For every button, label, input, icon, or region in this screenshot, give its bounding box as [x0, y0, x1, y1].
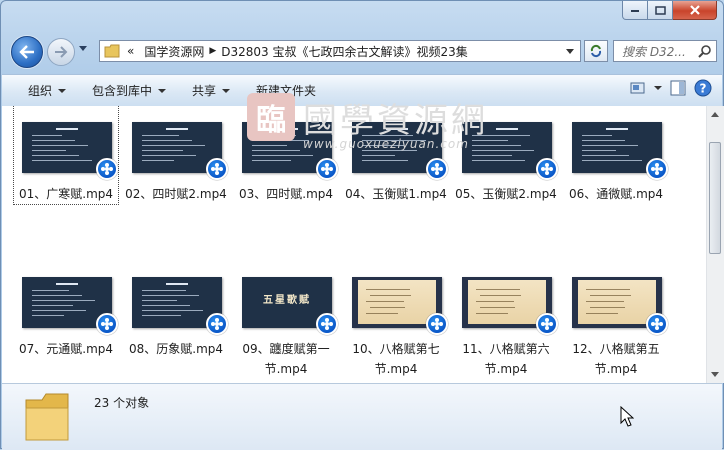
new-folder-label: 新建文件夹 — [256, 84, 317, 98]
help-icon[interactable]: ? — [694, 79, 712, 97]
video-player-badge-icon — [426, 158, 448, 180]
caret-down-icon — [58, 88, 67, 93]
file-name: 06、通微赋.mp4 — [568, 187, 664, 201]
file-item[interactable]: 01、广寒赋.mp4 — [13, 106, 119, 205]
view-controls: ? — [630, 79, 712, 97]
file-name: 07、元通赋.mp4 — [18, 342, 114, 356]
vertical-scrollbar[interactable] — [706, 106, 724, 383]
include-in-library-label: 包含到库中 — [92, 84, 153, 98]
video-player-badge-icon — [426, 313, 448, 335]
breadcrumb-overflow[interactable]: « — [122, 44, 139, 58]
scroll-up-icon[interactable] — [711, 112, 719, 117]
minimize-icon — [631, 10, 639, 12]
maximize-icon — [654, 5, 666, 15]
new-folder-button[interactable]: 新建文件夹 — [243, 79, 329, 103]
folder-icon — [104, 44, 120, 58]
caret-down-icon — [158, 88, 167, 93]
file-name: 04、玉衡赋1.mp4 — [345, 187, 447, 201]
recent-pages-dropdown[interactable] — [79, 46, 87, 51]
preview-pane-icon[interactable] — [670, 80, 686, 96]
item-count: 23 个对象 — [94, 396, 150, 410]
scrollbar-thumb[interactable] — [709, 142, 721, 254]
file-name: 03、四时赋.mp4 — [238, 187, 334, 201]
share-label: 共享 — [192, 84, 217, 98]
organize-menu[interactable]: 组织 — [2, 79, 79, 103]
file-name: 05、玉衡赋2.mp4 — [455, 187, 557, 201]
svg-text:?: ? — [700, 82, 707, 96]
mouse-cursor-icon — [620, 406, 634, 427]
file-item[interactable]: 10、八格赋第七节.mp4 — [344, 261, 448, 376]
file-name: 02、四时赋2.mp4 — [125, 187, 227, 201]
file-item[interactable]: 02、四时赋2.mp4 — [124, 106, 228, 204]
video-player-badge-icon — [316, 158, 338, 180]
search-icon — [698, 45, 711, 58]
file-item[interactable]: 11、八格赋第六节.mp4 — [454, 261, 558, 376]
caret-down-icon — [222, 88, 231, 93]
breadcrumb-current-folder[interactable]: D32803 宝叔《七政四余古文解读》视频23集 — [216, 43, 473, 60]
file-item[interactable]: 五星歌赋 09、躔度赋第一节.mp4 — [234, 261, 338, 376]
file-item[interactable]: 03、四时赋.mp4 — [234, 106, 338, 204]
change-view-icon[interactable] — [630, 81, 646, 95]
file-name: 12、八格赋第五节.mp4 — [572, 342, 660, 376]
file-item[interactable]: 07、元通赋.mp4 — [14, 261, 118, 359]
share-menu[interactable]: 共享 — [179, 79, 243, 103]
include-in-library-menu[interactable]: 包含到库中 — [79, 79, 179, 103]
search-placeholder: 搜索 D32... — [622, 44, 686, 59]
video-player-badge-icon — [206, 313, 228, 335]
file-item[interactable]: 04、玉衡赋1.mp4 — [344, 106, 448, 204]
back-button[interactable] — [11, 36, 43, 68]
file-item[interactable]: 08、历象赋.mp4 — [124, 261, 228, 359]
file-list-pane[interactable]: 01、广寒赋.mp4 02、四时赋2.mp4 03、四时赋.mp4 04、玉衡赋1.m… — [2, 106, 706, 383]
search-box[interactable]: 搜索 D32... — [613, 40, 717, 62]
breadcrumb-separator-icon[interactable]: ▶ — [209, 46, 216, 56]
video-player-badge-icon — [646, 158, 668, 180]
organize-label: 组织 — [28, 84, 53, 98]
video-player-badge-icon — [536, 158, 558, 180]
back-arrow-icon — [19, 45, 34, 59]
video-player-badge-icon — [96, 158, 118, 180]
caption-buttons — [622, 1, 717, 20]
file-name: 11、八格赋第六节.mp4 — [462, 342, 550, 376]
file-item[interactable]: 05、玉衡赋2.mp4 — [454, 106, 558, 204]
video-player-badge-icon — [206, 158, 228, 180]
maximize-button[interactable] — [648, 1, 673, 20]
video-player-badge-icon — [316, 313, 338, 335]
forward-button[interactable] — [47, 38, 75, 66]
minimize-button[interactable] — [622, 1, 648, 20]
navigation-bar: « 国学资源网 ▶ D32803 宝叔《七政四余古文解读》视频23集 搜索 D3… — [1, 34, 724, 68]
explorer-window: « 国学资源网 ▶ D32803 宝叔《七政四余古文解读》视频23集 搜索 D3… — [0, 0, 724, 450]
file-name: 10、八格赋第七节.mp4 — [352, 342, 440, 376]
file-name: 01、广寒赋.mp4 — [18, 187, 114, 201]
video-player-badge-icon — [96, 313, 118, 335]
breadcrumb-root[interactable]: 国学资源网 — [139, 43, 209, 60]
folder-large-icon — [25, 393, 69, 441]
close-icon — [689, 5, 700, 15]
thumbnail-title-text: 五星歌赋 — [263, 295, 311, 306]
refresh-icon — [590, 44, 602, 58]
file-item[interactable]: 06、通微赋.mp4 — [564, 106, 668, 204]
video-player-badge-icon — [536, 313, 558, 335]
file-name: 09、躔度赋第一节.mp4 — [242, 342, 330, 376]
forward-arrow-icon — [55, 46, 68, 58]
video-player-badge-icon — [646, 313, 668, 335]
address-bar[interactable]: « 国学资源网 ▶ D32803 宝叔《七政四余古文解读》视频23集 — [99, 40, 581, 62]
view-dropdown-icon[interactable] — [654, 86, 662, 90]
address-dropdown[interactable] — [566, 49, 574, 54]
close-button[interactable] — [673, 1, 717, 20]
refresh-button[interactable] — [584, 40, 608, 62]
scroll-down-icon[interactable] — [711, 372, 719, 377]
details-pane: 23 个对象 — [2, 383, 722, 450]
command-bar: 组织 包含到库中 共享 新建文件夹 ? — [2, 74, 722, 107]
file-name: 08、历象赋.mp4 — [128, 342, 224, 356]
file-item[interactable]: 12、八格赋第五节.mp4 — [564, 261, 668, 376]
